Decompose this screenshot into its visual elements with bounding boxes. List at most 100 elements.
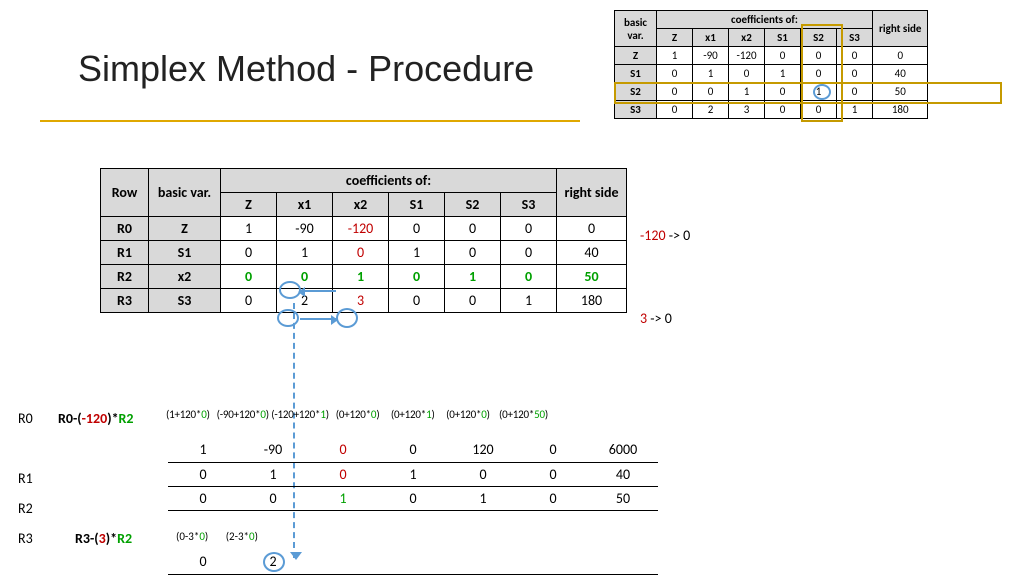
cell: 0 <box>277 265 333 289</box>
main-hdr-x2: x2 <box>333 193 389 217</box>
val: 6000 <box>588 438 658 462</box>
rowop-label-r0: R0 <box>18 410 33 427</box>
val: 0 <box>308 462 378 486</box>
mini-cell: 0 <box>837 83 873 101</box>
rowop-rule-r0: R0-(-120)*R2 <box>58 410 134 427</box>
note-r0: -120 -> 0 <box>640 227 690 244</box>
val: 2 <box>238 550 308 574</box>
cell: 0 <box>221 265 277 289</box>
mini-cell: 0 <box>837 65 873 83</box>
val: 1 <box>378 462 448 486</box>
mini-row: Z 1 -90 -120 0 0 0 0 <box>615 47 928 65</box>
mini-cell: 1 <box>801 83 837 101</box>
mini-hdr-basic: basic var. <box>615 11 657 47</box>
mini-bv: Z <box>615 47 657 65</box>
cell: 0 <box>389 289 445 313</box>
val: 50 <box>588 486 658 510</box>
result-row-r2: 0 0 1 0 1 0 50 <box>168 486 658 510</box>
mini-hdr-Z: Z <box>657 29 693 47</box>
main-tableau: Row basic var. coefficients of: right si… <box>100 168 627 313</box>
val: 1 <box>308 486 378 510</box>
mini-row: S3 0 2 3 0 0 1 180 <box>615 101 928 119</box>
mini-hdr-S3: S3 <box>837 29 873 47</box>
mini-bv: S1 <box>615 65 657 83</box>
main-row: R0 Z 1 -90 -120 0 0 0 0 <box>101 217 627 241</box>
cell: 2 <box>277 289 333 313</box>
mini-cell: 3 <box>729 101 765 119</box>
cell: 0 <box>557 217 627 241</box>
val: 0 <box>378 438 448 462</box>
main-hdr-S1: S1 <box>389 193 445 217</box>
rowop-rule-r3: R3-(3)*R2 <box>75 530 132 547</box>
main-hdr-coeff: coefficients of: <box>221 169 557 193</box>
mini-cell: 0 <box>657 101 693 119</box>
mini-row: S2 0 0 1 0 1 0 50 <box>615 83 928 101</box>
basic-var: S3 <box>149 289 221 313</box>
mini-cell: -90 <box>693 47 729 65</box>
mini-tableau: basic var. coefficients of: right side Z… <box>614 10 928 119</box>
mini-cell: 50 <box>873 83 928 101</box>
page-title: Simplex Method - Procedure <box>78 48 534 90</box>
mini-cell: 0 <box>765 83 801 101</box>
basic-var: S1 <box>149 241 221 265</box>
cell: 1 <box>389 241 445 265</box>
mini-cell: 180 <box>873 101 928 119</box>
result-row-r0: 1 -90 0 0 120 0 6000 <box>168 438 658 462</box>
mini-cell: 0 <box>801 65 837 83</box>
cell: 180 <box>557 289 627 313</box>
val: 0 <box>448 462 518 486</box>
cell: 40 <box>557 241 627 265</box>
cell: 0 <box>389 265 445 289</box>
mini-cell: 1 <box>729 83 765 101</box>
cell: 1 <box>445 265 501 289</box>
cell: -120 <box>333 217 389 241</box>
formula-r3: (0-3*0) (2-3*0) <box>176 530 258 543</box>
row-label: R0 <box>101 217 149 241</box>
val: 1 <box>168 438 238 462</box>
row-label: R1 <box>101 241 149 265</box>
val: 1 <box>448 486 518 510</box>
main-hdr-basic: basic var. <box>149 169 221 217</box>
cell: 50 <box>557 265 627 289</box>
rowop-label-r3: R3 <box>18 530 33 547</box>
val: -90 <box>238 438 308 462</box>
mini-hdr-x2: x2 <box>729 29 765 47</box>
mini-row: S1 0 1 0 1 0 0 40 <box>615 65 928 83</box>
val: 120 <box>448 438 518 462</box>
mini-cell: 0 <box>837 47 873 65</box>
note-r3: 3 -> 0 <box>640 310 672 327</box>
mini-hdr-right: right side <box>873 11 928 47</box>
val: 1 <box>238 462 308 486</box>
title-underline <box>40 120 580 122</box>
cell: 0 <box>333 241 389 265</box>
val: 0 <box>308 438 378 462</box>
cell: 0 <box>445 289 501 313</box>
basic-var: Z <box>149 217 221 241</box>
mini-cell: 1 <box>765 65 801 83</box>
result-row-r1: 0 1 0 1 0 0 40 <box>168 462 658 486</box>
cell: 0 <box>221 289 277 313</box>
cell: 0 <box>445 217 501 241</box>
val: 0 <box>168 462 238 486</box>
val: 0 <box>518 486 588 510</box>
main-hdr-S2: S2 <box>445 193 501 217</box>
mini-cell: 1 <box>837 101 873 119</box>
mini-cell: 0 <box>657 65 693 83</box>
val: 0 <box>378 486 448 510</box>
mini-cell: 0 <box>765 47 801 65</box>
val: 40 <box>588 462 658 486</box>
mini-hdr-S1: S1 <box>765 29 801 47</box>
rowop-label-r1: R1 <box>18 470 33 487</box>
row-label: R2 <box>101 265 149 289</box>
cell: -90 <box>277 217 333 241</box>
main-row: R2 x2 0 0 1 0 1 0 50 <box>101 265 627 289</box>
row-label: R3 <box>101 289 149 313</box>
cell: 0 <box>389 217 445 241</box>
cell: 1 <box>277 241 333 265</box>
main-hdr-row: Row <box>101 169 149 217</box>
formula-r0: (1+120*0) (-90+120*0) (-120+120*1) (0+12… <box>166 408 548 421</box>
cell: 3 <box>333 289 389 313</box>
val: 0 <box>168 486 238 510</box>
val: 0 <box>518 438 588 462</box>
mini-cell: 0 <box>765 101 801 119</box>
